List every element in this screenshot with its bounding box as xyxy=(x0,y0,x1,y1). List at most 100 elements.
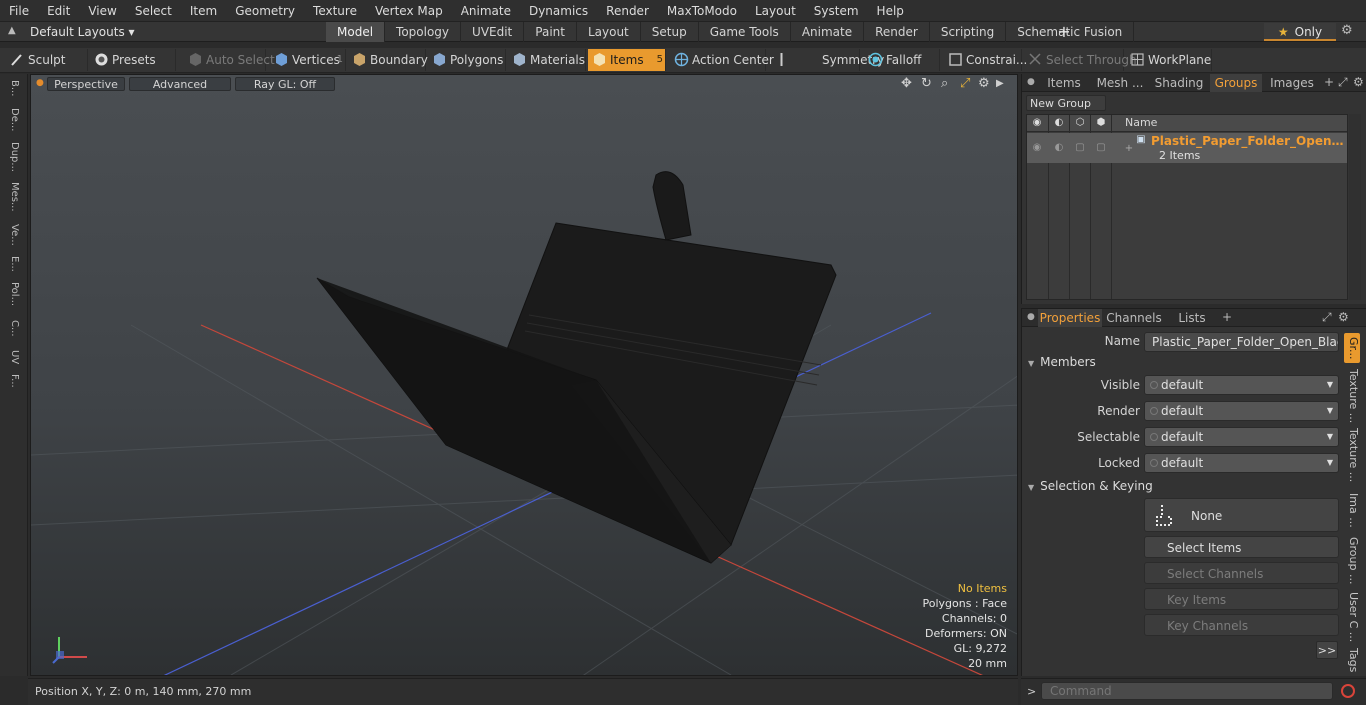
tab-animate[interactable]: Animate xyxy=(791,22,865,42)
menu-item[interactable]: Item xyxy=(181,0,226,22)
side-tab-texture-1[interactable]: Texture ... xyxy=(1344,369,1360,423)
menu-view[interactable]: View xyxy=(79,0,125,22)
only-button[interactable]: ★ Only xyxy=(1264,23,1336,41)
menu-file[interactable]: File xyxy=(0,0,38,22)
strip-tab-6[interactable]: E... xyxy=(6,256,20,272)
vertices-button[interactable]: Vertices 1 xyxy=(270,49,346,71)
items-button[interactable]: Items 5 xyxy=(588,49,666,71)
row-render-icon[interactable]: ◐ xyxy=(1053,142,1065,154)
raygl-button[interactable]: Ray GL: Off xyxy=(235,77,335,91)
strip-tab-1[interactable]: B... xyxy=(6,80,20,96)
rotate-view-icon[interactable]: ↻ xyxy=(921,76,932,91)
select-channels-button[interactable]: Select Channels xyxy=(1144,562,1339,584)
expand-panel-icon[interactable]: ⤢ xyxy=(1338,75,1348,90)
collapse-arrow-icon[interactable]: ▲ xyxy=(8,25,16,36)
visible-dropdown[interactable]: default ▼ xyxy=(1144,375,1339,395)
menu-animate[interactable]: Animate xyxy=(452,0,520,22)
menu-geometry[interactable]: Geometry xyxy=(226,0,304,22)
key-items-button[interactable]: Key Items xyxy=(1144,588,1339,610)
side-tab-image[interactable]: Ima ... xyxy=(1344,489,1360,531)
tab-images[interactable]: Images xyxy=(1264,74,1320,92)
tab-render[interactable]: Render xyxy=(864,22,930,42)
menu-render[interactable]: Render xyxy=(597,0,658,22)
panel-dot-icon[interactable]: ● xyxy=(1027,77,1035,87)
side-tab-group[interactable]: Gr... xyxy=(1344,333,1360,363)
visibility-eye-icon[interactable]: ◉ xyxy=(1031,117,1043,129)
perspective-button[interactable]: Perspective xyxy=(47,77,125,91)
tab-items[interactable]: Items xyxy=(1038,74,1090,92)
tab-shading[interactable]: Shading xyxy=(1150,74,1208,92)
materials-button[interactable]: Materials xyxy=(508,49,586,71)
tab-uvedit[interactable]: UVEdit xyxy=(461,22,525,42)
side-tab-tags[interactable]: Tags xyxy=(1344,647,1360,673)
menu-dynamics[interactable]: Dynamics xyxy=(520,0,597,22)
side-tab-texture-2[interactable]: Texture ... xyxy=(1344,427,1360,483)
selectable-icon[interactable]: ⬡ xyxy=(1074,117,1086,129)
menu-edit[interactable]: Edit xyxy=(38,0,79,22)
strip-tab-7[interactable]: Pol... xyxy=(6,282,20,306)
maximize-view-icon[interactable]: ⤢ xyxy=(960,76,970,91)
tab-channels[interactable]: Channels xyxy=(1106,309,1162,327)
group-row[interactable]: ◉ ◐ ▢ ▢ + ▣ Plastic_Paper_Folder_Open_Bl… xyxy=(1027,133,1347,163)
strip-tab-8[interactable]: C... xyxy=(6,320,20,337)
add-panel-tab-icon[interactable]: + xyxy=(1324,75,1334,89)
members-section[interactable]: ▼ Members xyxy=(1028,355,1340,371)
record-icon[interactable] xyxy=(1341,684,1355,698)
tab-model[interactable]: Model xyxy=(326,22,386,42)
boundary-button[interactable]: Boundary xyxy=(348,49,428,71)
render-icon[interactable]: ◐ xyxy=(1053,117,1065,129)
workplane-button[interactable]: WorkPlane xyxy=(1126,49,1212,71)
menu-texture[interactable]: Texture xyxy=(304,0,366,22)
strip-tab-9[interactable]: UV xyxy=(6,350,20,364)
falloff-button[interactable]: Falloff xyxy=(864,49,940,71)
action-center-button[interactable]: Action Center xyxy=(670,49,774,71)
polygons-button[interactable]: Polygons xyxy=(428,49,506,71)
gear-icon[interactable]: ⚙ xyxy=(1341,23,1353,38)
add-tab-button[interactable]: + xyxy=(1056,22,1072,42)
tab-layout[interactable]: Layout xyxy=(577,22,641,42)
constraints-button[interactable]: Constrai... xyxy=(944,49,1027,71)
locked-dropdown[interactable]: default ▼ xyxy=(1144,453,1339,473)
tab-lists[interactable]: Lists xyxy=(1166,309,1218,327)
new-group-button[interactable]: New Group xyxy=(1026,95,1106,111)
tab-topology[interactable]: Topology xyxy=(385,22,462,42)
strip-tab-5[interactable]: Ve... xyxy=(6,224,20,246)
strip-tab-2[interactable]: De... xyxy=(6,108,20,131)
3d-viewport[interactable]: ● Perspective Advanced Ray GL: Off ✥ ↻ ⌕… xyxy=(30,74,1018,676)
menu-system[interactable]: System xyxy=(805,0,868,22)
side-tab-group-2[interactable]: Group ... xyxy=(1344,537,1360,585)
select-through-button[interactable]: Select Through xyxy=(1024,49,1137,71)
selectable-dropdown[interactable]: default ▼ xyxy=(1144,427,1339,447)
tab-scripting[interactable]: Scripting xyxy=(930,22,1007,42)
tab-paint[interactable]: Paint xyxy=(524,22,577,42)
viewport-more-icon[interactable]: ▶ xyxy=(996,78,1004,89)
menu-layout[interactable]: Layout xyxy=(746,0,805,22)
strip-tab-4[interactable]: Mes... xyxy=(6,182,20,212)
symmetry-button[interactable]: Symmetry xyxy=(770,49,884,71)
menu-maxtomodo[interactable]: MaxToModo xyxy=(658,0,746,22)
strip-tab-10[interactable]: F... xyxy=(6,374,20,388)
viewport-dot-icon[interactable]: ● xyxy=(36,78,44,88)
expand-properties-icon[interactable]: ⤢ xyxy=(1322,310,1332,325)
group-list-scrollbar[interactable] xyxy=(1349,114,1361,300)
selection-keying-section[interactable]: ▼ Selection & Keying xyxy=(1028,479,1340,495)
tab-game-tools[interactable]: Game Tools xyxy=(699,22,791,42)
render-dropdown[interactable]: default ▼ xyxy=(1144,401,1339,421)
row-eye-icon[interactable]: ◉ xyxy=(1031,142,1043,154)
name-field[interactable]: Plastic_Paper_Folder_Open_Black (4) xyxy=(1144,332,1339,352)
key-channels-button[interactable]: Key Channels xyxy=(1144,614,1339,636)
tab-properties[interactable]: Properties xyxy=(1038,309,1102,327)
menu-select[interactable]: Select xyxy=(126,0,181,22)
add-properties-tab-icon[interactable]: + xyxy=(1222,310,1232,324)
tab-groups[interactable]: Groups xyxy=(1210,74,1262,92)
strip-tab-3[interactable]: Dup... xyxy=(6,142,20,172)
zoom-view-icon[interactable]: ⌕ xyxy=(941,76,948,91)
move-view-icon[interactable]: ✥ xyxy=(901,76,912,91)
presets-button[interactable]: Presets xyxy=(90,49,176,71)
none-button[interactable]: None xyxy=(1144,498,1339,532)
menu-help[interactable]: Help xyxy=(868,0,913,22)
more-button[interactable]: >> xyxy=(1316,641,1338,659)
locked-icon[interactable]: ⬢ xyxy=(1095,117,1107,129)
panel-gear-icon[interactable]: ⚙ xyxy=(1353,75,1364,89)
properties-gear-icon[interactable]: ⚙ xyxy=(1338,310,1349,324)
